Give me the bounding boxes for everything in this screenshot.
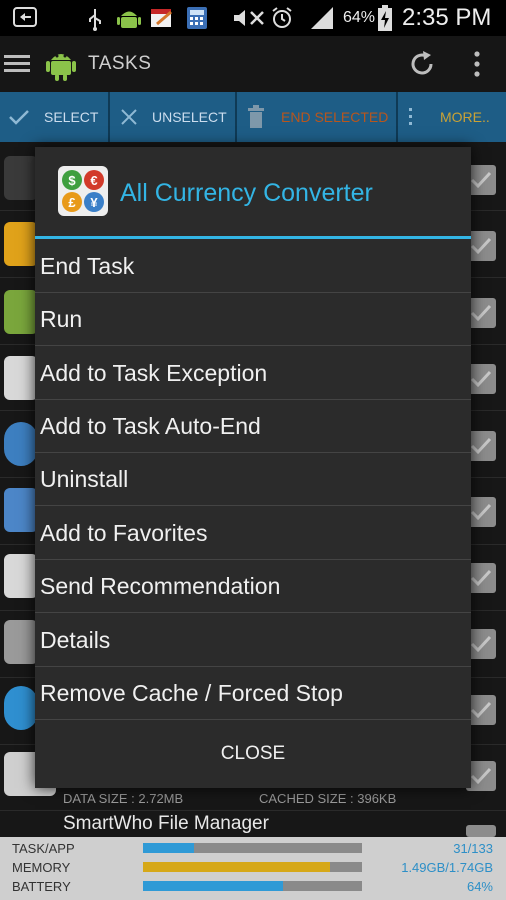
check-icon [9, 110, 29, 125]
menu-item-uninstall[interactable]: Uninstall [35, 453, 471, 506]
currency-app-icon [4, 554, 38, 598]
cached-size-text: CACHED SIZE : 396KB [259, 791, 397, 806]
calculator-notification-icon [187, 7, 207, 29]
menu-item-add-to-task-auto-end[interactable]: Add to Task Auto-End [35, 400, 471, 453]
menu-icon[interactable] [4, 53, 32, 75]
dialog-title-divider [35, 236, 471, 239]
toolbar-divider [235, 92, 237, 142]
memory-label: MEMORY [12, 860, 71, 875]
toolbar-divider [396, 92, 398, 142]
selection-toolbar: SELECT UNSELECT END SELECTED MORE.. [0, 92, 506, 142]
dialog-header: $ € £ ¥ All Currency Converter [35, 147, 471, 238]
end-selected-label: END SELECTED [281, 109, 389, 125]
task-context-dialog: $ € £ ¥ All Currency Converter End Task … [35, 147, 471, 788]
task-app-bar [143, 843, 362, 853]
data-size-text: DATA SIZE : 2.72MB [63, 791, 184, 806]
android-app-icon [4, 290, 38, 334]
currency-app-icon [4, 356, 38, 400]
battery-bar-fill [143, 881, 284, 891]
close-x-icon [121, 109, 137, 125]
memory-value: 1.49GB/1.74GB [401, 860, 493, 875]
notes-app-icon [4, 620, 38, 664]
page-title: TASKS [88, 53, 152, 74]
menu-item-end-task[interactable]: End Task [35, 240, 471, 293]
battery-percent: 64% [343, 9, 376, 26]
overflow-icon[interactable] [472, 50, 482, 78]
toolbar-divider [108, 92, 110, 142]
settings-app-icon [4, 686, 38, 730]
battery-value: 64% [466, 879, 493, 894]
notes-notification-icon [151, 9, 172, 27]
task-app-value: 31/133 [453, 841, 493, 856]
android-icon [46, 54, 76, 81]
battery-bar [143, 881, 362, 891]
svg-text:€: € [90, 173, 97, 188]
clock: 2:35 PM [402, 4, 492, 31]
menu-item-send-recommendation[interactable]: Send Recommendation [35, 560, 471, 613]
refresh-icon[interactable] [407, 49, 437, 79]
status-bar: 64% 2:35 PM [0, 0, 506, 36]
alarm-icon [272, 7, 292, 28]
unselect-label: UNSELECT [152, 109, 227, 125]
resource-footer: TASK/APP 31/133 MEMORY 1.49GB/1.74GB BAT… [0, 837, 506, 900]
android-notification-icon [117, 11, 141, 28]
back-box-icon [13, 7, 37, 27]
gallery-app-icon [4, 488, 38, 532]
memory-bar [143, 862, 362, 872]
more-label: MORE.. [440, 109, 490, 125]
menu-item-add-to-favorites[interactable]: Add to Favorites [35, 507, 471, 560]
memory-bar-fill [143, 862, 331, 872]
battery-charging-icon [378, 5, 392, 31]
svg-text:£: £ [68, 195, 76, 210]
select-button[interactable]: SELECT [0, 92, 108, 142]
close-button[interactable]: CLOSE [35, 719, 471, 788]
task-app-label: TASK/APP [12, 841, 75, 856]
navigation-app-icon [4, 422, 38, 466]
signal-icon [311, 7, 333, 29]
currency-converter-app-icon: $ € £ ¥ [58, 166, 108, 216]
unselect-button[interactable]: UNSELECT [112, 92, 234, 142]
svg-text:$: $ [68, 173, 76, 188]
dialog-title: All Currency Converter [120, 179, 373, 207]
menu-item-run[interactable]: Run [35, 293, 471, 346]
trash-icon [248, 105, 264, 128]
row-divider [0, 810, 506, 811]
svg-text:¥: ¥ [90, 195, 98, 210]
calculator-app-icon [4, 156, 38, 200]
battery-label: BATTERY [12, 879, 71, 894]
menu-item-remove-cache-forced-stop[interactable]: Remove Cache / Forced Stop [35, 667, 471, 720]
task-app-bar-fill [143, 843, 195, 853]
task-checkbox[interactable] [466, 825, 496, 837]
select-label: SELECT [44, 109, 99, 125]
battery-app-icon [4, 222, 38, 266]
action-bar: TASKS [0, 36, 506, 92]
menu-item-add-to-task-exception[interactable]: Add to Task Exception [35, 347, 471, 400]
end-selected-button[interactable]: END SELECTED [239, 92, 395, 142]
app-name: SmartWho File Manager [63, 813, 269, 834]
dots-vertical-icon [409, 108, 412, 125]
mute-icon [234, 10, 264, 26]
menu-item-details[interactable]: Details [35, 614, 471, 667]
usb-icon [89, 9, 101, 31]
more-button[interactable]: MORE.. [400, 92, 506, 142]
